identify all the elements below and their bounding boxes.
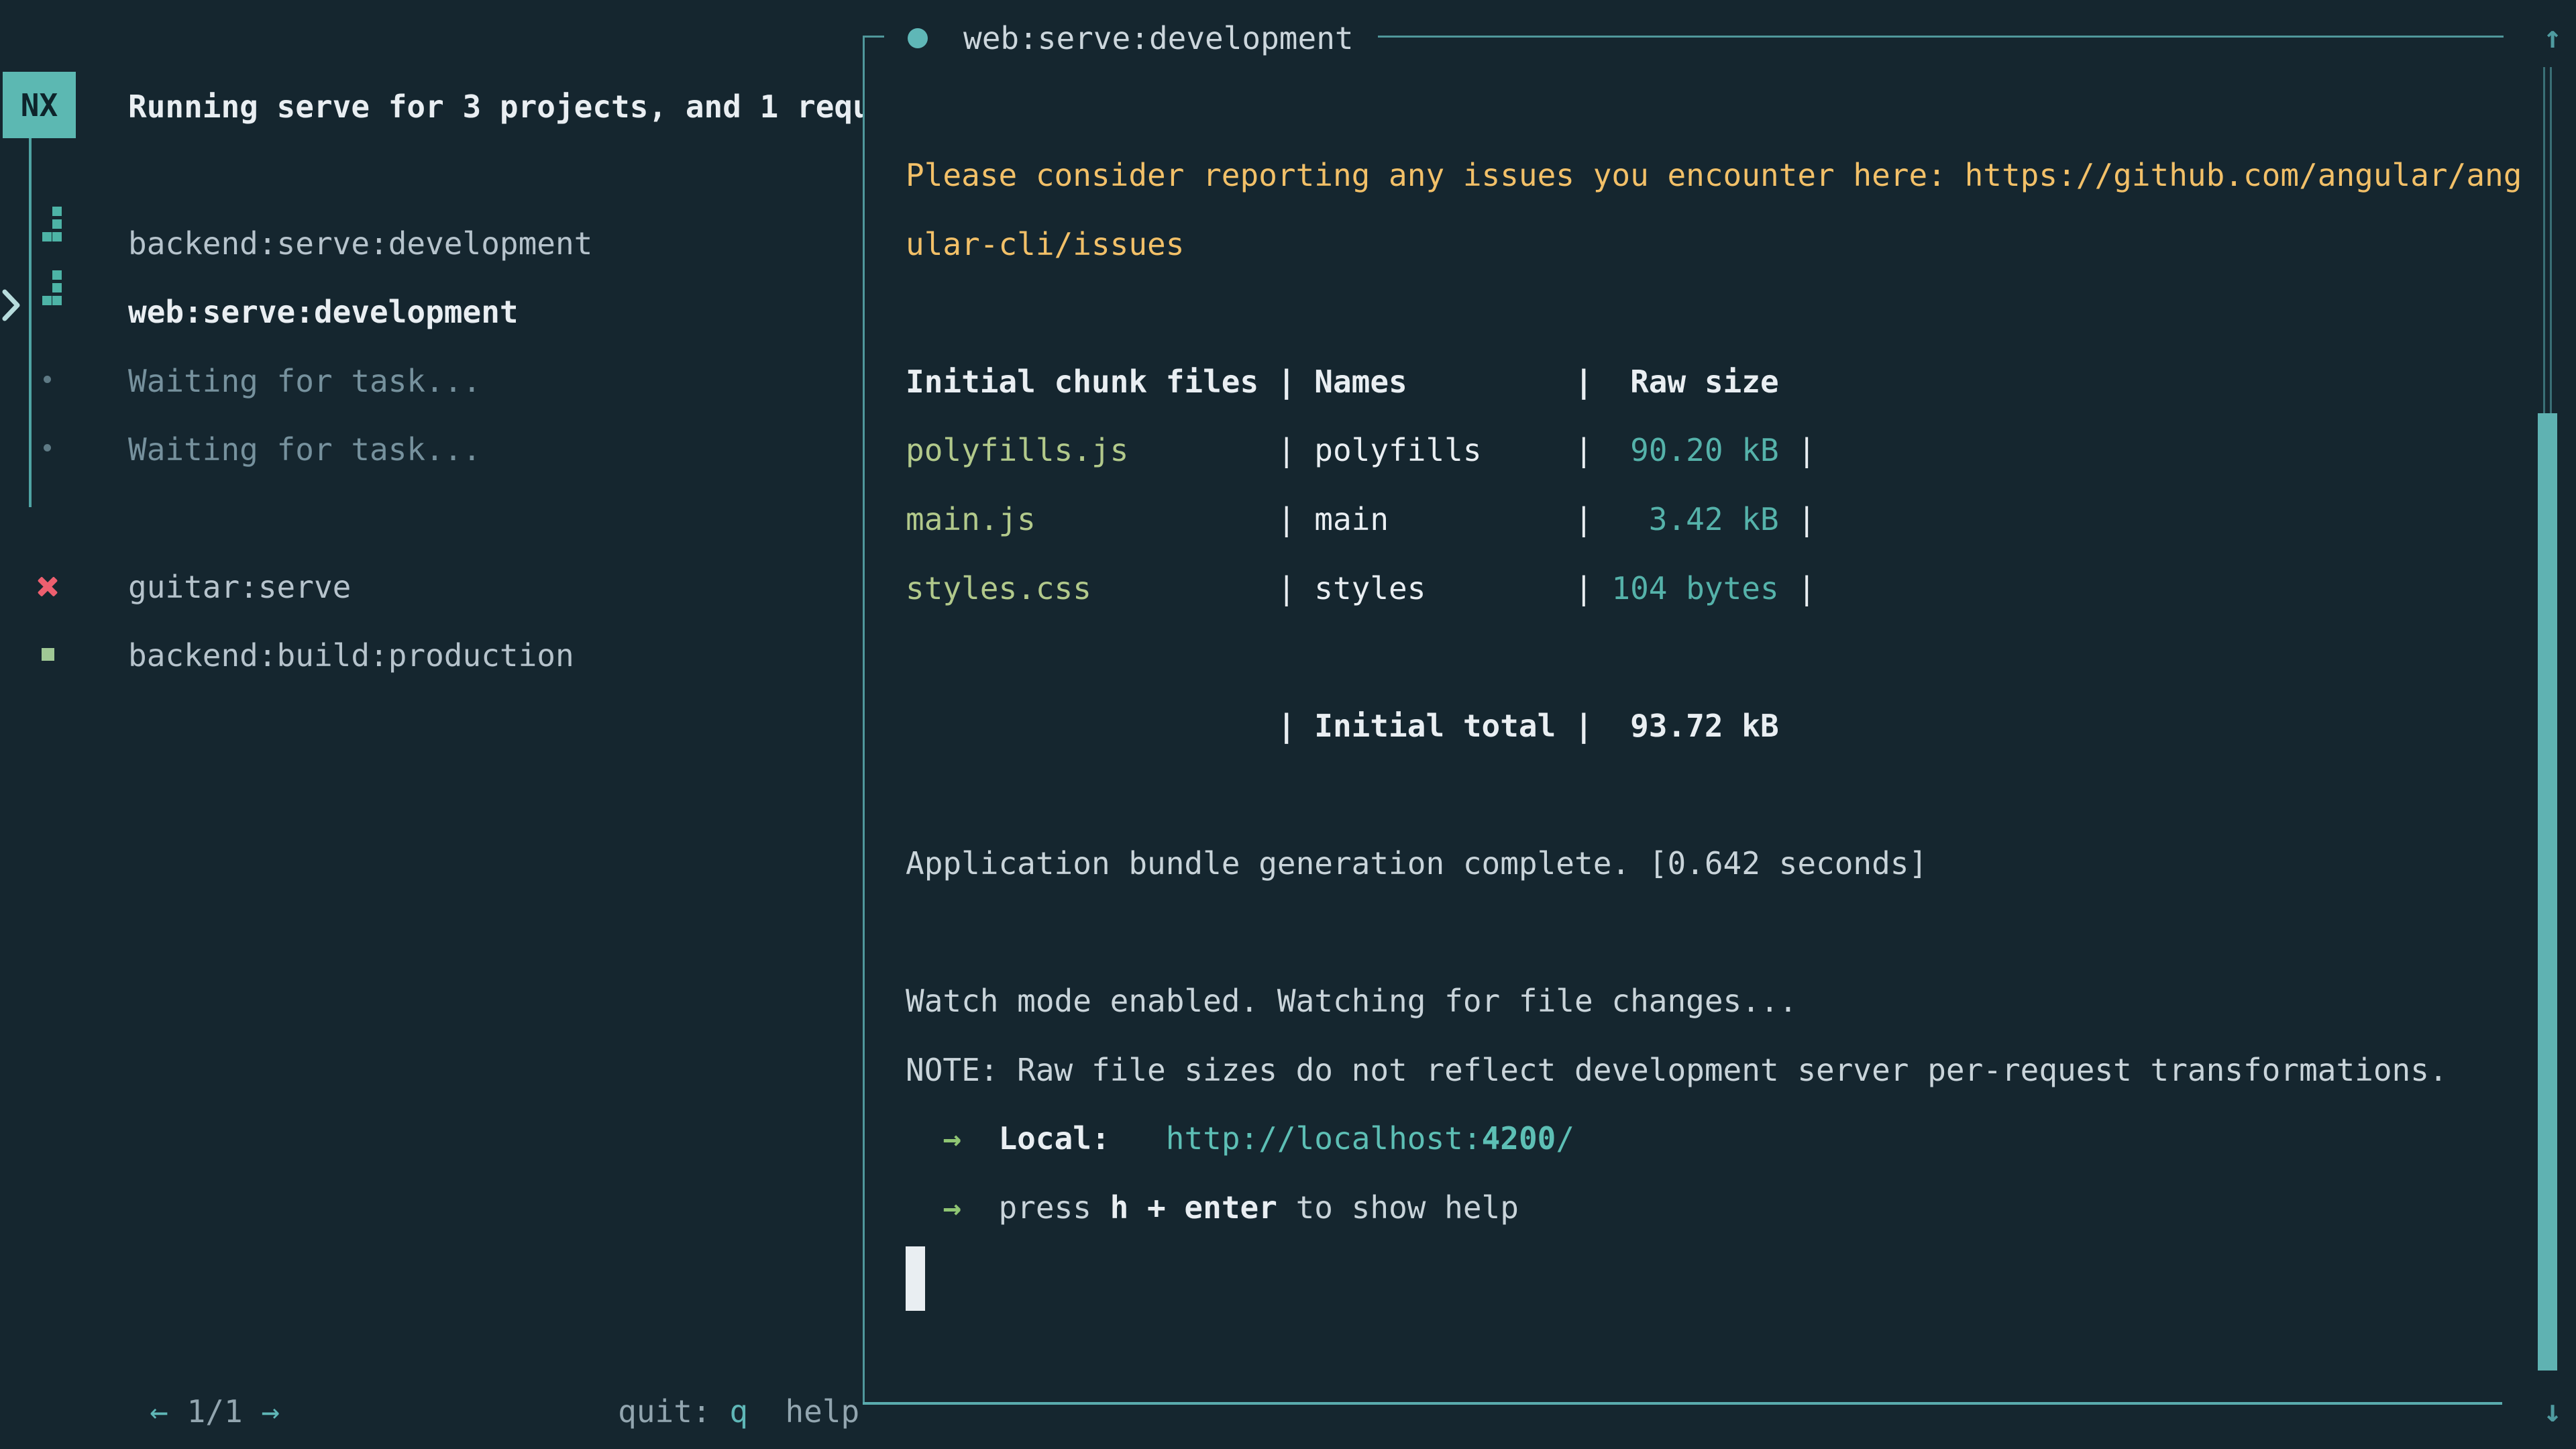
task-waiting-dot-icon [44, 444, 51, 451]
terminal-screen: NX Running serve for 3 projects, and 1 r… [0, 0, 2576, 1449]
watch-mode-line: Watch mode enabled. Watching for file ch… [906, 967, 2502, 1036]
selected-task-chevron-icon [1, 288, 21, 322]
panel-border-left [863, 36, 865, 1404]
panel-border-top-stub [863, 36, 884, 38]
task-success-square-icon [42, 648, 54, 661]
sidebar-item-waiting-2[interactable]: Waiting for task... [128, 415, 481, 484]
sidebar: NX Running serve for 3 projects, and 1 r… [0, 0, 863, 1449]
sidebar-item-backend-serve[interactable]: backend:serve:development [128, 209, 592, 278]
pager-next-arrow-icon[interactable]: → [261, 1393, 280, 1430]
arrow-icon: → [906, 1189, 998, 1226]
help-hint-line: → press h + enter to show help [906, 1173, 2502, 1242]
task-spinner-icon [42, 270, 62, 306]
task-waiting-dot-icon [44, 376, 51, 383]
initial-total-line: | Initial total | 93.72 kB [906, 692, 2502, 761]
quit-key: q [729, 1393, 748, 1430]
chunk-table-header: Initial chunk files | Names | Raw size [906, 347, 2502, 417]
scrollbar-track[interactable] [2543, 67, 2552, 413]
local-url-line: → Local: http://localhost:4200/ [906, 1104, 2502, 1173]
issue-notice-line1: Please consider reporting any issues you… [906, 141, 2502, 210]
panel-title: web:serve:development [963, 4, 1354, 73]
panel-border-bottom [863, 1402, 2502, 1405]
terminal-cursor [906, 1246, 925, 1311]
pager-prev-arrow-icon[interactable]: ← [150, 1393, 168, 1430]
app-title: Running serve for 3 projects, and 1 requ [128, 72, 863, 142]
chunk-table-row: main.js | main | 3.42 kB | [906, 485, 2502, 554]
task-output-log: Please consider reporting any issues you… [906, 141, 2502, 1311]
bundle-complete-line: Application bundle generation complete. … [906, 829, 2502, 898]
nx-logo: NX [3, 72, 76, 138]
blank-line [906, 278, 2502, 347]
task-spinner-icon [42, 207, 62, 242]
quit-hint-label: quit: [618, 1393, 729, 1430]
sidebar-item-web-serve[interactable]: web:serve:development [128, 278, 519, 347]
localhost-link[interactable]: http://localhost:4200/ [1166, 1120, 1574, 1157]
blank-line [906, 623, 2502, 692]
sidebar-item-guitar-serve[interactable]: guitar:serve [128, 553, 351, 622]
arrow-icon: → [906, 1120, 998, 1157]
scroll-down-arrow-icon[interactable]: ↓ [2532, 1377, 2573, 1446]
sidebar-item-waiting-1[interactable]: Waiting for task... [128, 347, 481, 416]
blank-line [906, 898, 2502, 967]
task-tree-line [29, 138, 32, 507]
note-line: NOTE: Raw file sizes do not reflect deve… [906, 1036, 2502, 1105]
blank-line [906, 760, 2502, 829]
pager: ← 1/1 → [38, 1308, 280, 1377]
scroll-up-arrow-icon[interactable]: ↑ [2532, 3, 2573, 72]
panel-status-dot-icon [908, 28, 928, 48]
cursor-line [906, 1242, 2502, 1311]
chunk-table-row: polyfills.js | polyfills | 90.20 kB | [906, 416, 2502, 485]
key-hints: quit: q help: ? [506, 1308, 863, 1377]
task-failed-x-icon [36, 575, 59, 598]
issue-notice-line2: ular-cli/issues [906, 210, 2502, 279]
pager-page-indicator: 1/1 [168, 1393, 261, 1430]
sidebar-item-backend-build[interactable]: backend:build:production [128, 621, 574, 690]
panel-border-top [1378, 36, 2504, 38]
scrollbar-thumb[interactable] [2538, 413, 2557, 1371]
help-hint-label: help: [785, 1393, 863, 1430]
chunk-table-row: styles.css | styles | 104 bytes | [906, 554, 2502, 623]
